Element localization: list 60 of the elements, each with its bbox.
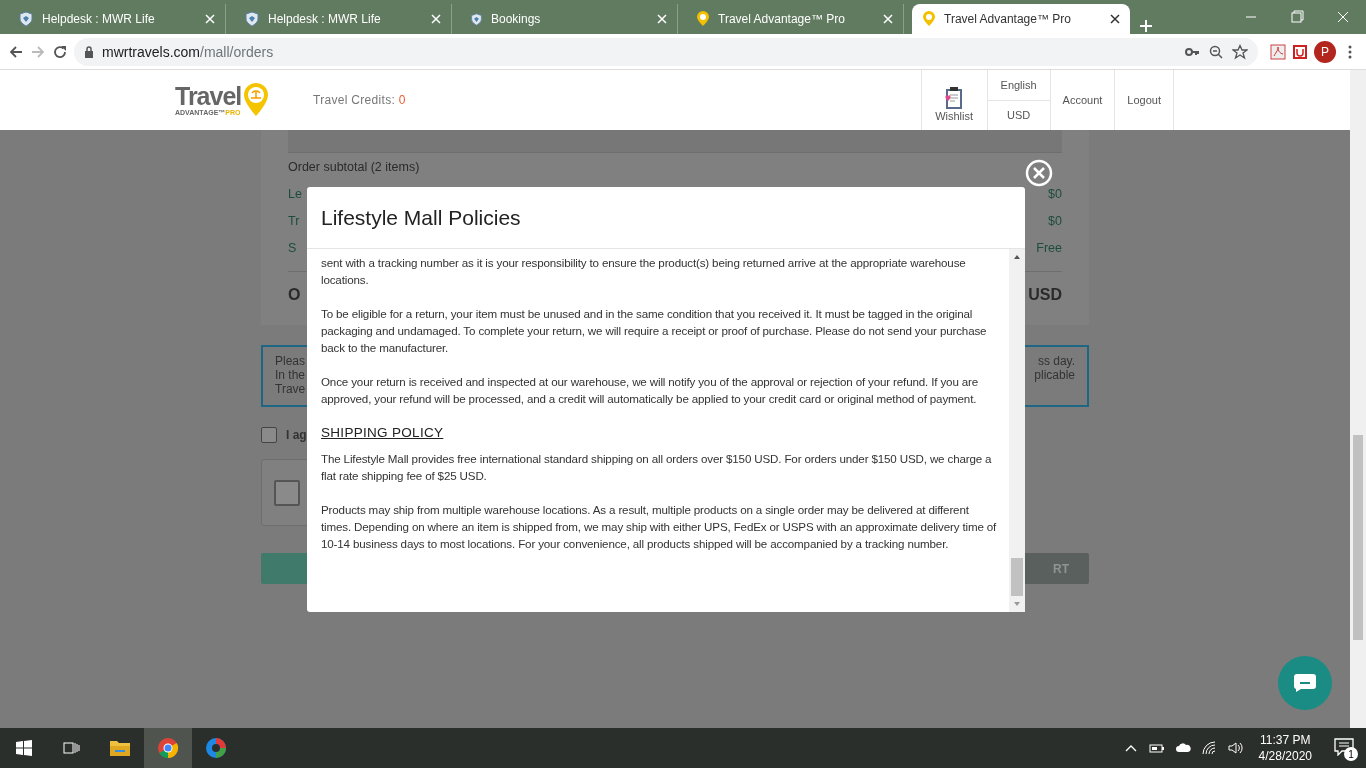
notice-text: Trave	[275, 382, 306, 396]
notice-text: Pleas	[275, 354, 306, 368]
pin-icon	[922, 11, 936, 27]
logo-wordmark[interactable]: Travel	[175, 84, 242, 109]
url-text: mwrtravels.com/mall/orders	[102, 43, 274, 60]
policy-paragraph: Once your return is received and inspected at our warehouse, we will notify you of the approval or rejection of your refund. If you are approved, your refund will be processed, and a credit will automatically be applied to your credit card or original method of payment.	[321, 374, 980, 407]
summary-value: $0	[1048, 213, 1062, 228]
lock-icon	[84, 45, 94, 58]
close-tab-icon[interactable]	[1110, 14, 1120, 24]
summary-label: S	[288, 240, 297, 255]
notice-text: ss day.	[1036, 354, 1075, 368]
notice-text: In the	[275, 368, 306, 382]
shield-icon	[18, 11, 34, 27]
travel-credits: Travel Credits: 0	[313, 93, 406, 107]
policy-paragraph: To be eligible for a return, your item must be unused and in the same condition that you received it. It must be tagged in the original packaging and undamaged. To complete your return, we will require a receipt or proof of purchase. Please do not send your purchase back to the manufacturer.	[321, 306, 988, 356]
policy-paragraph: Products may ship from multiple warehouse locations. As a result, multiple products on a single order may be delivered at different times. Depending on where an item is shipped from, we may ship with either UPS, FedEx or USPS with an approximate delivery time of 10-14 business days to most locations. For your convenience, all products shipped will be accompanied by a tracking number.	[321, 502, 998, 552]
zoom-icon[interactable]	[1208, 43, 1224, 60]
dialog-title: Lifestyle Mall Policies	[321, 205, 521, 230]
scroll-down-icon[interactable]	[1013, 600, 1021, 608]
shield-extension-icon[interactable]	[1292, 43, 1308, 60]
chrome-icon[interactable]	[144, 728, 192, 768]
address-bar[interactable]: mwrtravels.com/mall/orders	[74, 37, 1258, 66]
wifi-icon[interactable]	[1200, 740, 1217, 756]
language-selector[interactable]: English	[987, 70, 1050, 100]
browser-tab[interactable]: Travel Advantage™ Pro	[912, 4, 1130, 34]
clock[interactable]: 11:37 PM 4/28/2020	[1252, 731, 1318, 765]
pin-icon	[696, 11, 710, 27]
agree-checkbox[interactable]	[261, 427, 277, 443]
back-icon[interactable]	[8, 43, 24, 60]
shield-icon	[470, 12, 483, 26]
chat-bubble-icon	[1293, 673, 1317, 693]
summary-value: $0	[1048, 186, 1062, 201]
new-tab-icon[interactable]	[1138, 18, 1154, 34]
notice-text: plicable	[1034, 368, 1075, 382]
pin-logo-icon	[243, 83, 270, 117]
close-icon[interactable]	[1025, 159, 1053, 187]
total-value: USD	[1028, 286, 1062, 304]
scroll-thumb[interactable]	[1353, 435, 1363, 640]
summary-label: Tr	[288, 213, 300, 228]
section-heading: SHIPPING POLICY	[321, 424, 445, 441]
agree-label: I ag	[286, 428, 307, 442]
speaker-icon[interactable]	[1226, 740, 1243, 756]
policy-paragraph: sent with a tracking number as it is your responsibility to ensure the product(s) being returned arrive at the appropriate warehouse locations.	[321, 255, 967, 288]
summary-label: Order subtotal (2 items)	[288, 159, 420, 174]
notification-button[interactable]: 1	[1328, 733, 1358, 763]
summary-label: Le	[288, 186, 302, 201]
scroll-up-icon[interactable]	[1013, 253, 1021, 261]
policy-paragraph: The Lifestyle Mall provides free international standard shipping on all orders over $150 USD. For orders under $150 USD, we charge a flat rate shipping fee of $25 USD.	[321, 451, 993, 484]
dialog-scrollbar[interactable]	[1009, 249, 1025, 612]
shield-icon	[244, 11, 260, 27]
pdf-icon[interactable]	[1270, 43, 1286, 60]
summary-value: Free	[1036, 240, 1062, 255]
total-label: O	[288, 286, 301, 304]
page-scrollbar[interactable]	[1350, 70, 1366, 728]
profile-avatar[interactable]: P	[1314, 40, 1336, 63]
reload-icon[interactable]	[52, 43, 68, 60]
star-icon[interactable]	[1232, 43, 1248, 60]
nav-link[interactable]: Logout	[1115, 70, 1174, 130]
captcha-checkbox[interactable]	[274, 479, 300, 506]
scroll-thumb[interactable]	[1011, 558, 1023, 596]
